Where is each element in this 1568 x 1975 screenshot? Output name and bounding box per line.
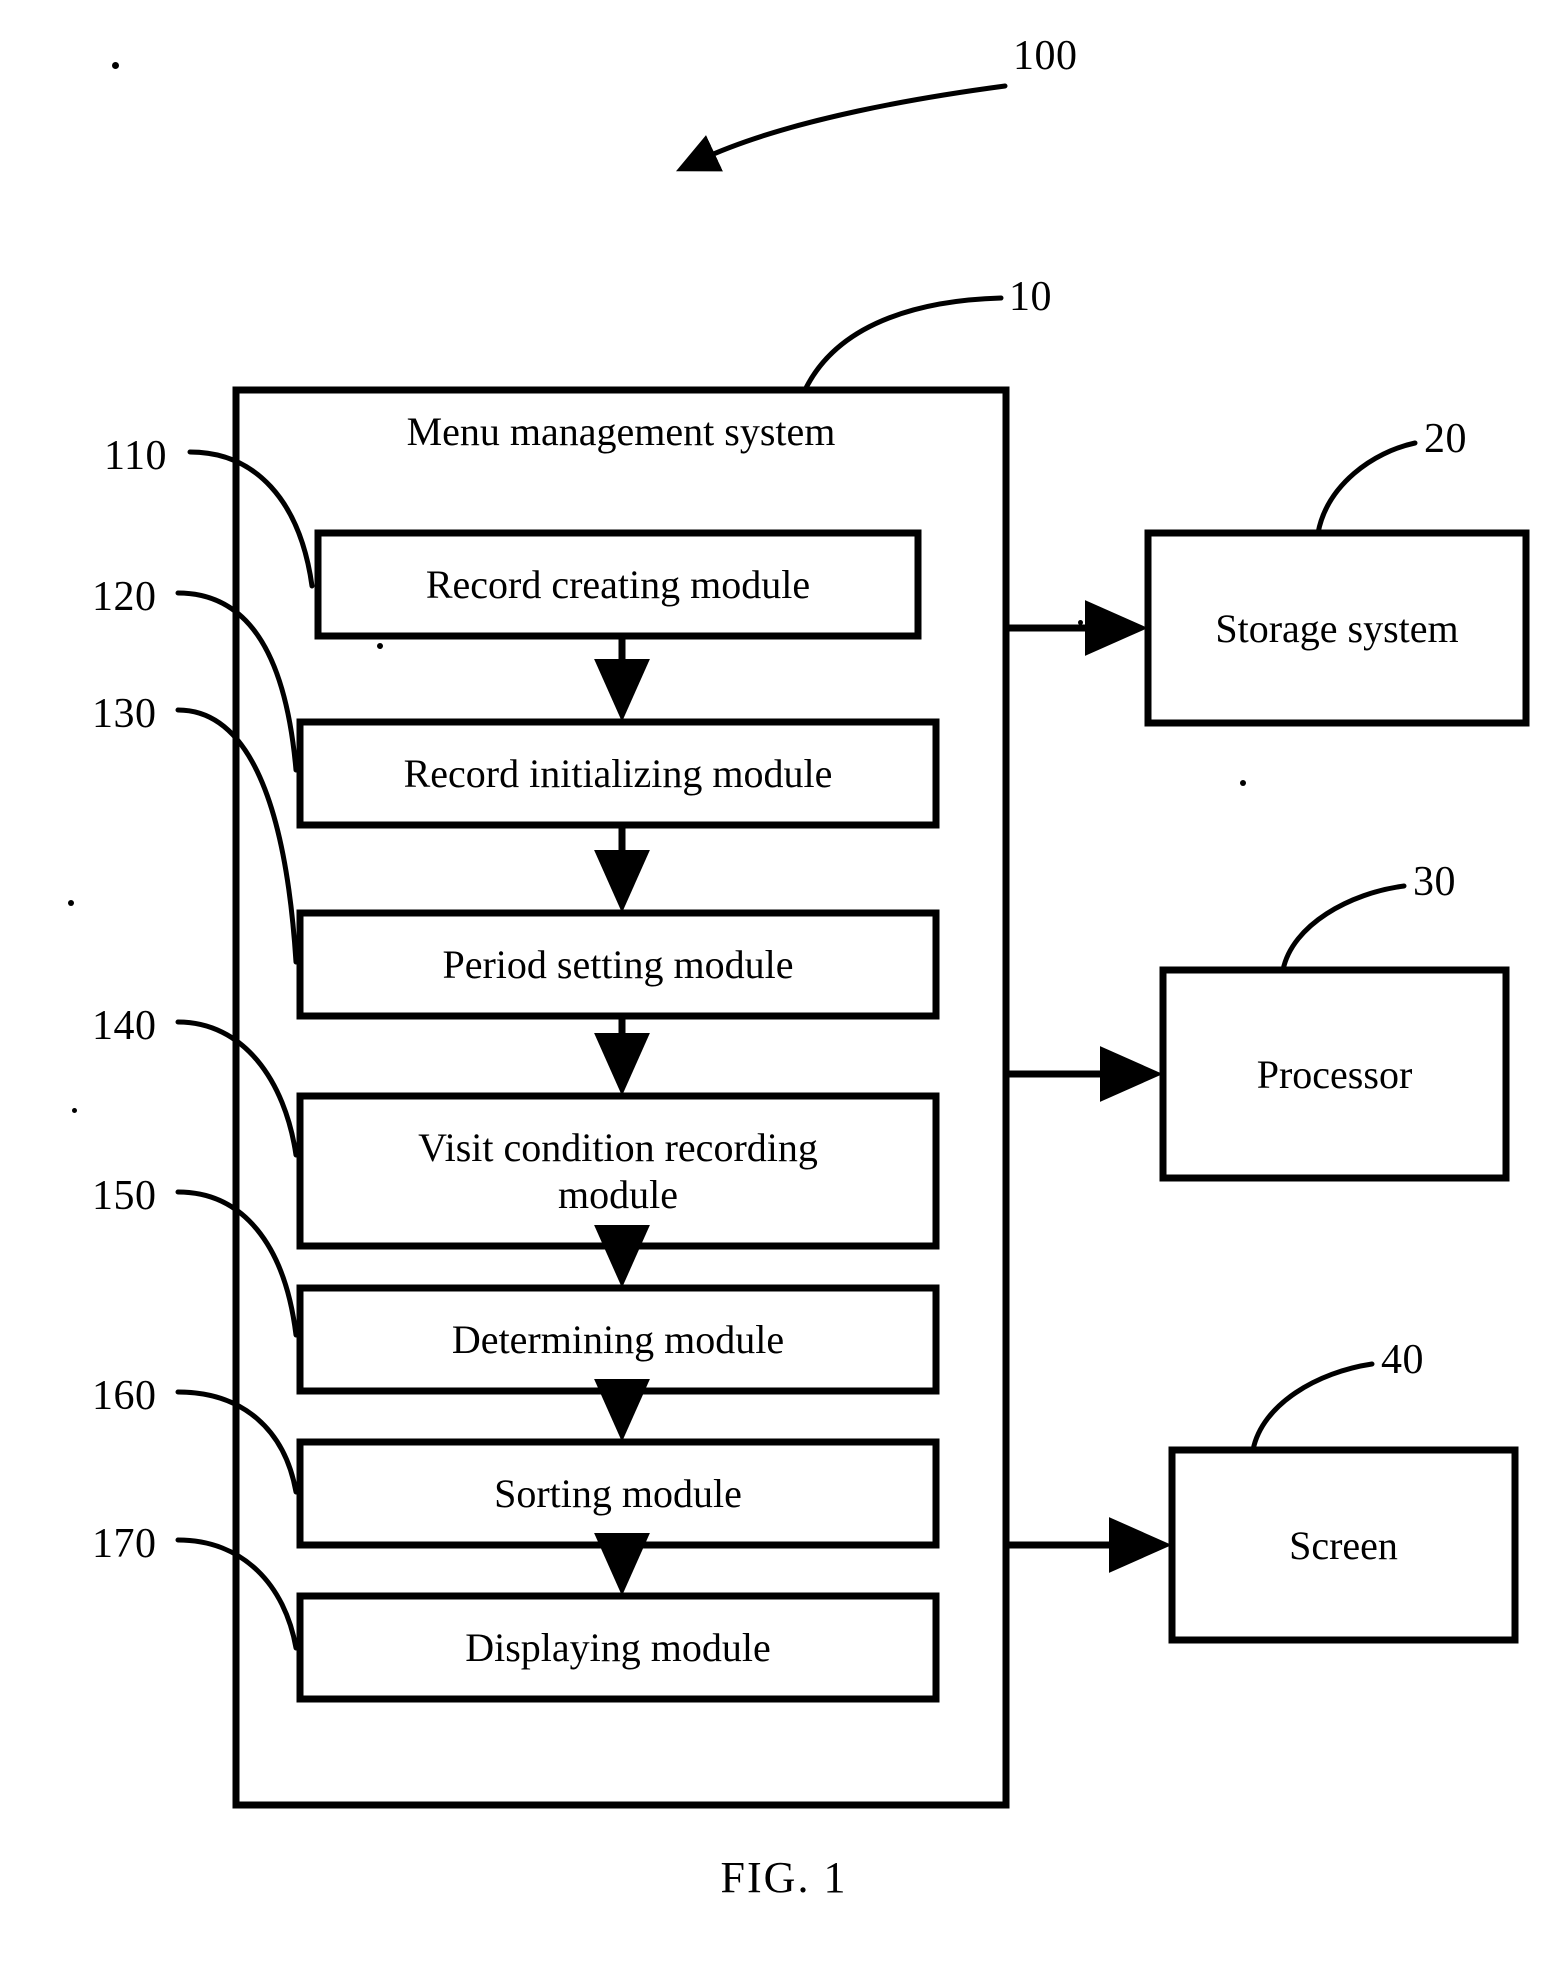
reference-numeral-150: 150 (92, 1173, 157, 1219)
scan-speck (112, 62, 119, 69)
lead-line-40 (1250, 1361, 1375, 1453)
figure-caption: FIG. 1 (720, 1853, 848, 1902)
lead-line-100 (675, 83, 1008, 172)
reference-numeral-170: 170 (92, 1521, 157, 1567)
displaying-module-label: Displaying module (465, 1625, 771, 1670)
record-creating-module-label: Record creating module (425, 562, 811, 607)
lead-line-110 (187, 449, 315, 589)
scan-speck (1240, 780, 1246, 786)
visit-condition-recording-module-label: Visit condition recording module (418, 1125, 818, 1217)
reference-numeral-160: 160 (92, 1373, 157, 1419)
reference-numeral-110: 110 (104, 433, 167, 479)
lead-line-20 (1315, 440, 1418, 536)
determining-module-label: Determining module (451, 1317, 785, 1362)
scan-speck (1078, 620, 1083, 625)
reference-numeral-140: 140 (92, 1003, 157, 1049)
menu-management-system-title: Menu management system (406, 409, 836, 454)
reference-numeral-130: 130 (92, 691, 157, 737)
record-initializing-module-label: Record initializing module (403, 751, 833, 796)
scan-speck (72, 1108, 77, 1113)
reference-numeral-120: 120 (92, 574, 157, 620)
reference-numeral-100: 100 (1013, 33, 1078, 79)
scan-speck (377, 643, 383, 649)
storage-system-label: Storage system (1215, 605, 1459, 651)
reference-numeral-40: 40 (1381, 1337, 1424, 1383)
lead-line-10 (802, 295, 1004, 393)
reference-numeral-10: 10 (1009, 274, 1052, 320)
processor-label: Processor (1256, 1051, 1413, 1097)
sorting-module-label: Sorting module (494, 1471, 742, 1516)
scan-speck (68, 900, 74, 906)
period-setting-module-label: Period setting module (442, 942, 794, 987)
lead-line-30 (1280, 883, 1407, 973)
patent-figure: 100 10 Menu management system Record cre… (0, 0, 1568, 1975)
screen-label: Screen (1289, 1522, 1398, 1568)
reference-numeral-20: 20 (1424, 416, 1467, 462)
reference-numeral-30: 30 (1413, 859, 1456, 905)
